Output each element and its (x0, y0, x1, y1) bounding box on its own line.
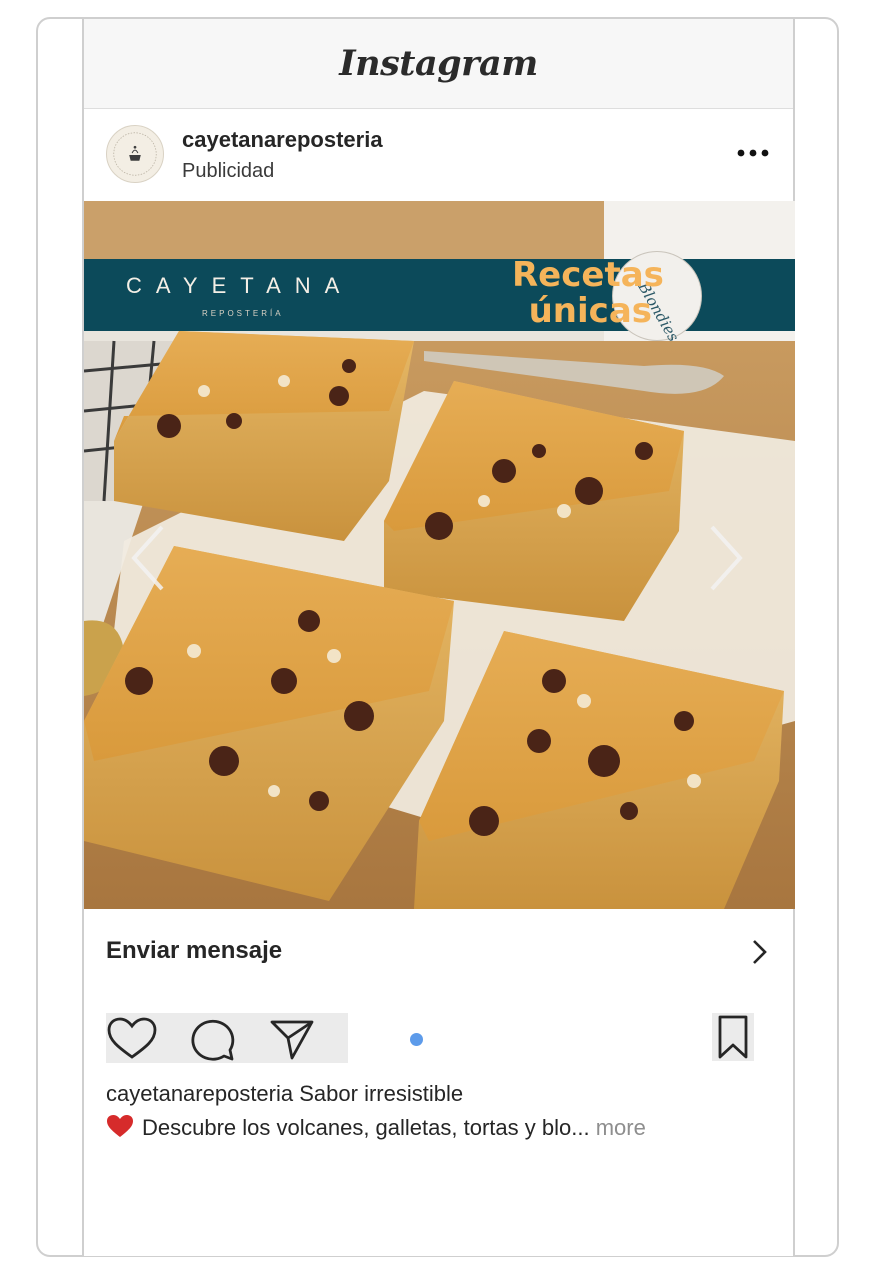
promo-banner: CAYETANA REPOSTERÍA Blondies Recetas úni… (84, 251, 795, 345)
caption-line-1: cayetanareposteria Sabor irresistible (106, 1077, 776, 1111)
instagram-screen: Instagram cayetanareposteria Publicidad (82, 19, 795, 1256)
brand-name: CAYETANA (126, 273, 354, 298)
caption-more-link[interactable]: more (596, 1115, 646, 1140)
caption-line-2: Descubre los volcanes, galletas, tortas … (106, 1111, 776, 1145)
chevron-right-icon (753, 940, 767, 964)
post-username[interactable]: cayetanareposteria (182, 127, 383, 153)
save-button[interactable] (712, 1013, 754, 1061)
red-heart-icon (106, 1114, 134, 1138)
ellipsis-icon (737, 149, 769, 157)
caption-username[interactable]: cayetanareposteria (106, 1081, 293, 1106)
carousel-prev-button[interactable] (126, 523, 170, 593)
more-options-button[interactable] (735, 141, 771, 165)
headline-line-1: Recetas (512, 255, 664, 295)
instagram-logo: Instagram (339, 43, 538, 84)
carousel-next-button[interactable] (704, 523, 748, 593)
post-image[interactable]: CAYETANA REPOSTERÍA Blondies Recetas úni… (84, 201, 795, 909)
brand-logo-icon (113, 132, 157, 176)
bookmark-icon (718, 1015, 748, 1059)
share-icon (270, 1020, 314, 1060)
heart-icon (107, 1017, 157, 1059)
brand-subtitle: REPOSTERÍA (202, 309, 284, 318)
comment-button[interactable] (186, 1016, 238, 1062)
post-caption: cayetanareposteria Sabor irresistible De… (106, 1077, 776, 1145)
send-message-button[interactable]: Enviar mensaje (84, 909, 793, 995)
post-action-bar (106, 1013, 772, 1065)
chevron-right-icon (710, 525, 743, 591)
caption-text-2: Descubre los volcanes, galletas, tortas … (142, 1115, 590, 1140)
comment-icon (191, 1019, 235, 1061)
action-group (106, 1013, 348, 1063)
like-button[interactable] (106, 1016, 158, 1062)
cta-chevron (749, 937, 771, 967)
post-header: cayetanareposteria Publicidad (84, 111, 793, 201)
caption-text-1: Sabor irresistible (299, 1081, 464, 1106)
promo-headline: Recetas únicas (512, 255, 664, 331)
share-button[interactable] (266, 1016, 318, 1062)
chevron-left-icon (131, 525, 164, 591)
app-header: Instagram (84, 19, 793, 109)
headline-line-2: únicas (528, 291, 652, 331)
sponsored-label: Publicidad (182, 160, 275, 182)
cta-label: Enviar mensaje (106, 937, 283, 964)
avatar[interactable] (106, 125, 164, 183)
carousel-indicator-dot (410, 1033, 423, 1046)
